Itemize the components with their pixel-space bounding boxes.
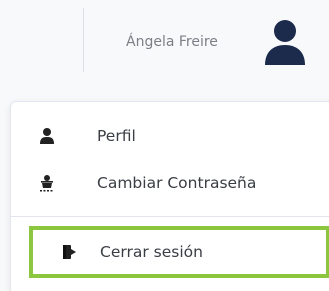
topbar-divider <box>83 8 84 72</box>
menu-item-label: Cambiar Contraseña <box>97 174 257 192</box>
user-dropdown-menu: Perfil Cambiar Contraseña Cerrar sesión <box>10 101 329 291</box>
user-name[interactable]: Ángela Freire <box>126 34 218 50</box>
user-secret-icon <box>39 174 55 192</box>
menu-item-cambiar-contrasena[interactable]: Cambiar Contraseña <box>11 165 329 201</box>
sign-out-icon <box>62 243 78 261</box>
user-avatar-icon[interactable] <box>262 16 308 66</box>
menu-item-cerrar-sesion[interactable]: Cerrar sesión <box>29 226 329 278</box>
menu-item-perfil[interactable]: Perfil <box>11 118 329 154</box>
menu-item-label: Perfil <box>97 127 136 145</box>
user-icon <box>39 127 55 145</box>
menu-divider <box>11 216 329 217</box>
menu-item-label: Cerrar sesión <box>100 243 203 261</box>
topbar: Ángela Freire <box>0 0 329 88</box>
